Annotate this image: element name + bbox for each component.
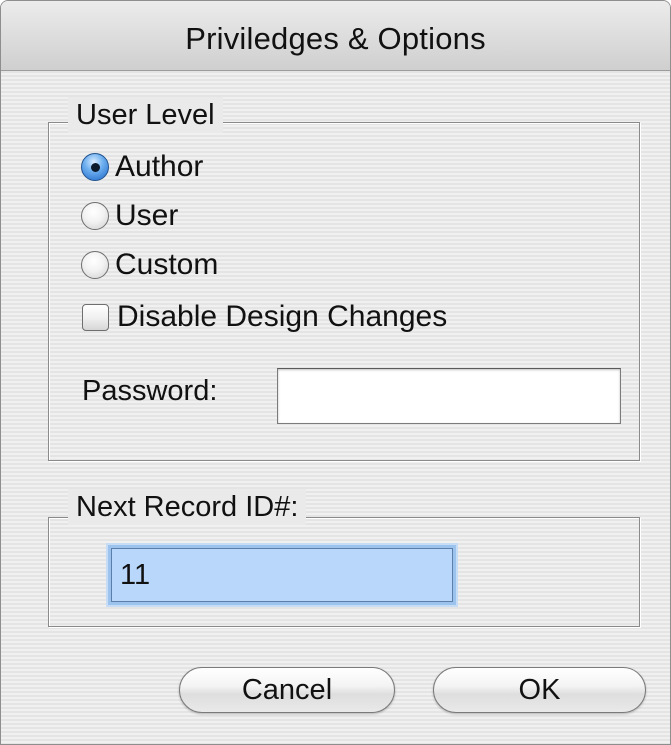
radio-selected-dot-icon [90, 162, 100, 172]
radio-custom-label[interactable]: Custom [115, 248, 218, 282]
cancel-button[interactable]: Cancel [179, 667, 395, 713]
next-record-id-label: Next Record ID#: [68, 489, 307, 525]
disable-design-changes-checkbox[interactable] [82, 303, 109, 331]
password-input[interactable] [277, 368, 621, 424]
disable-design-changes-checkbox-row[interactable]: Disable Design Changes [82, 297, 447, 337]
disable-design-changes-label[interactable]: Disable Design Changes [117, 300, 447, 334]
radio-author-button[interactable] [81, 153, 109, 181]
dialog-title: Priviledges & Options [185, 21, 486, 56]
radio-author[interactable]: Author [81, 147, 203, 187]
password-label: Password: [82, 375, 218, 407]
radio-custom-button[interactable] [81, 251, 109, 279]
user-level-group-label: User Level [68, 97, 223, 133]
radio-user-button[interactable] [81, 202, 109, 230]
privileges-dialog: Priviledges & Options User Level Author … [0, 0, 671, 745]
next-record-id-input[interactable] [111, 548, 453, 602]
radio-author-label[interactable]: Author [115, 150, 203, 184]
radio-user-label[interactable]: User [115, 199, 178, 233]
radio-user[interactable]: User [81, 196, 178, 236]
ok-button[interactable]: OK [433, 667, 646, 713]
radio-custom[interactable]: Custom [81, 245, 218, 285]
title-bar[interactable]: Priviledges & Options [1, 1, 670, 71]
